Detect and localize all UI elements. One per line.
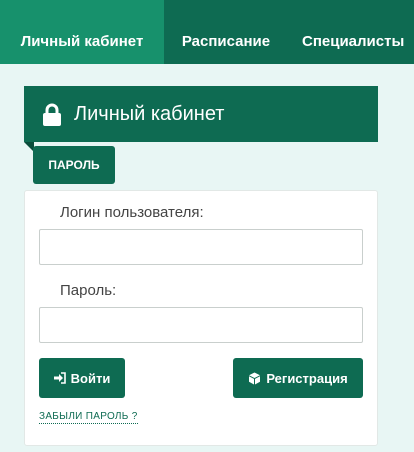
tab-schedule-label: Расписание (181, 33, 271, 50)
sign-in-icon (53, 372, 66, 384)
tab-schedule[interactable]: Расписание (164, 0, 288, 64)
top-navbar: Личный кабинет Расписание Специалисты (0, 0, 414, 72)
tab-specialists[interactable]: Специалисты (288, 0, 414, 64)
register-button-label: Регистрация (266, 370, 348, 386)
register-button[interactable]: Регистрация (233, 358, 363, 398)
panel-title: Личный кабинет (74, 103, 225, 125)
login-input[interactable] (39, 229, 363, 265)
tab-specialists-label: Специалисты (302, 33, 405, 50)
login-form: Логин пользователя: Пароль: Войти Регист… (24, 190, 378, 446)
lock-icon (43, 103, 61, 126)
password-label: Пароль: (60, 282, 117, 299)
cube-icon (249, 372, 261, 384)
panel-header: Личный кабинет (24, 86, 378, 152)
forgot-password-link[interactable]: ЗАБЫЛИ ПАРОЛЬ ? (39, 411, 138, 424)
login-button[interactable]: Войти (39, 358, 125, 398)
login-button-label: Войти (70, 370, 111, 386)
login-label: Логин пользователя: (60, 204, 204, 221)
tab-personal-account-label: Личный кабинет (20, 33, 144, 50)
tab-password[interactable]: ПАРОЛЬ (33, 146, 115, 184)
password-input[interactable] (39, 307, 363, 343)
tab-personal-account[interactable]: Личный кабинет (0, 0, 164, 72)
